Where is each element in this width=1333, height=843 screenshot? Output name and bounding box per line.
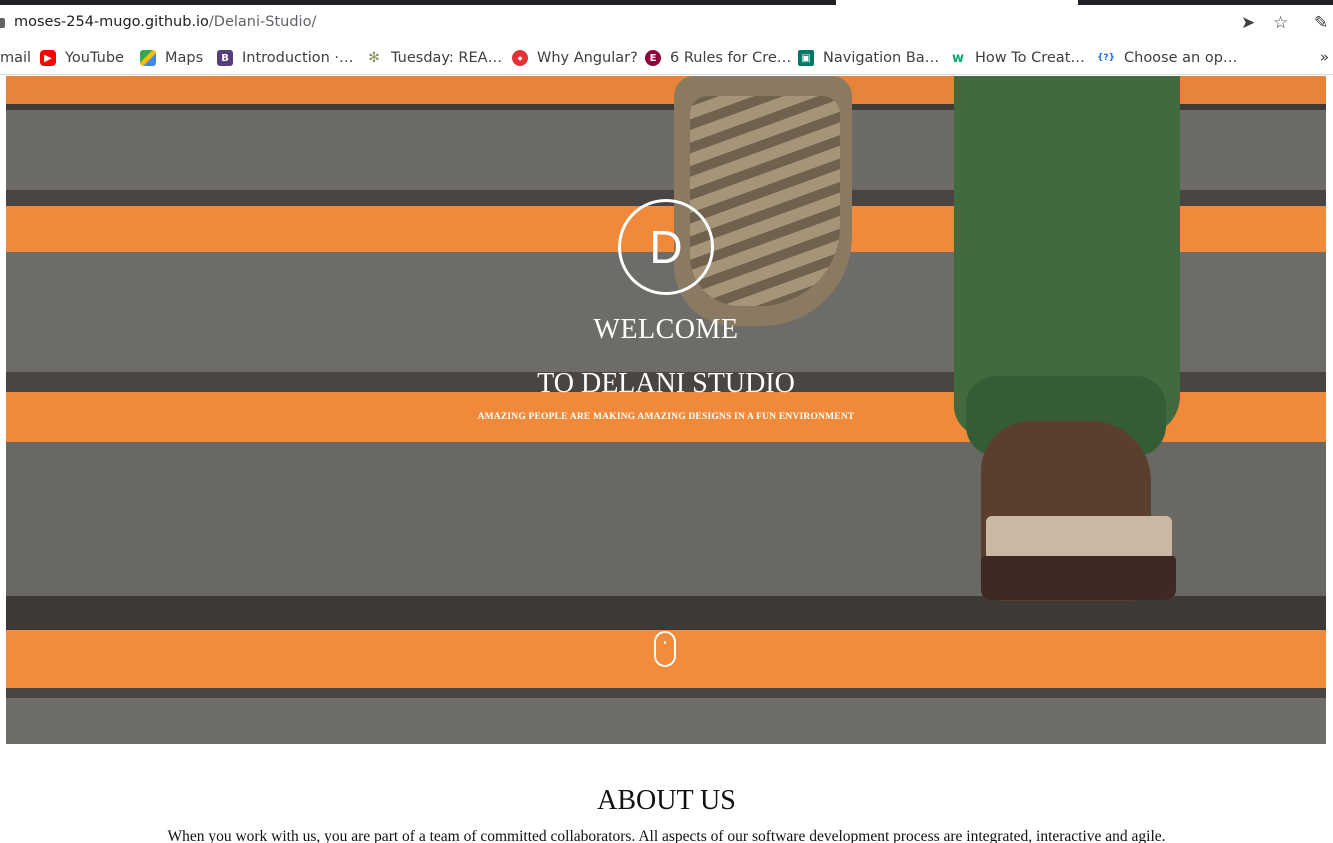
hero-welcome-heading: WELCOME [593,314,739,345]
bookmark-navigation-bar[interactable]: ▣ Navigation Ba… [798,48,939,68]
bookmark-tuesday[interactable]: ✻ Tuesday: REA… [366,48,502,68]
hero-section: D WELCOME TO DELANI STUDIO AMAZING PEOPL… [6,76,1326,744]
bookmark-why-angular[interactable]: ◆ Why Angular? [512,48,638,68]
w3-icon: w [951,50,964,66]
mouse-wheel-icon [664,641,666,644]
bookmark-label: Navigation Ba… [823,50,940,66]
bookmarks-bar: mail ▶ YouTube Maps B Introduction ·… ✻ … [0,41,1333,75]
bookmark-label: Maps [165,50,204,66]
bookmark-introduction[interactable]: B Introduction ·… [217,48,354,68]
about-heading: ABOUT US [597,785,736,816]
studio-logo[interactable]: D [618,199,714,295]
bookmark-label: YouTube [65,50,124,66]
maps-icon [140,50,156,66]
url-host: moses-254-mugo.github.io [14,14,209,30]
bookmark-label: Choose an op… [1124,50,1238,66]
address-bar-row: moses-254-mugo.github.io/Delani-Studio/ … [0,5,1333,41]
code-brackets-icon: {?} [1096,53,1116,63]
bookmark-choose-an-option[interactable]: {?} Choose an op… [1097,48,1237,68]
bookmark-maps[interactable]: Maps [140,48,203,68]
star-icon[interactable]: ☆ [1273,13,1288,33]
lock-icon[interactable] [0,18,5,28]
youtube-icon: ▶ [40,50,56,66]
bookmark-label: Why Angular? [537,50,638,66]
bookmark-label: 6 Rules for Cre… [670,50,792,66]
bookmark-label: Introduction ·… [242,50,354,66]
more-bookmarks-icon[interactable]: » [1320,48,1329,66]
url-path: /Delani-Studio/ [208,14,317,30]
tree-icon: ✻ [368,50,380,66]
bookmark-6-rules[interactable]: E 6 Rules for Cre… [645,48,791,68]
bookmark-label: Tuesday: REA… [391,50,503,66]
elementor-icon: E [645,50,661,66]
bookmark-youtube[interactable]: ▶ YouTube [40,48,124,68]
send-icon[interactable]: ➤ [1241,13,1255,33]
hero-tagline: AMAZING PEOPLE ARE MAKING AMAZING DESIGN… [477,412,855,422]
bookmark-gmail[interactable]: mail [0,48,31,68]
bookmark-how-to-create[interactable]: w How To Creat… [950,48,1085,68]
bookmark-icon: ▣ [798,50,814,66]
scroll-down-mouse-icon[interactable] [654,631,676,667]
extension-icon[interactable]: ✎ [1314,13,1328,33]
angular-icon: ◆ [512,50,528,66]
bookmark-label: How To Creat… [975,50,1085,66]
hero-overlay: D WELCOME TO DELANI STUDIO AMAZING PEOPL… [6,76,1326,744]
bookmark-label: mail [0,50,32,66]
hero-subtitle: TO DELANI STUDIO [537,368,795,399]
url-field[interactable]: moses-254-mugo.github.io/Delani-Studio/ [14,14,316,30]
about-paragraph: When you work with us, you are part of a… [167,828,1166,843]
bootstrap-icon: B [217,50,233,66]
